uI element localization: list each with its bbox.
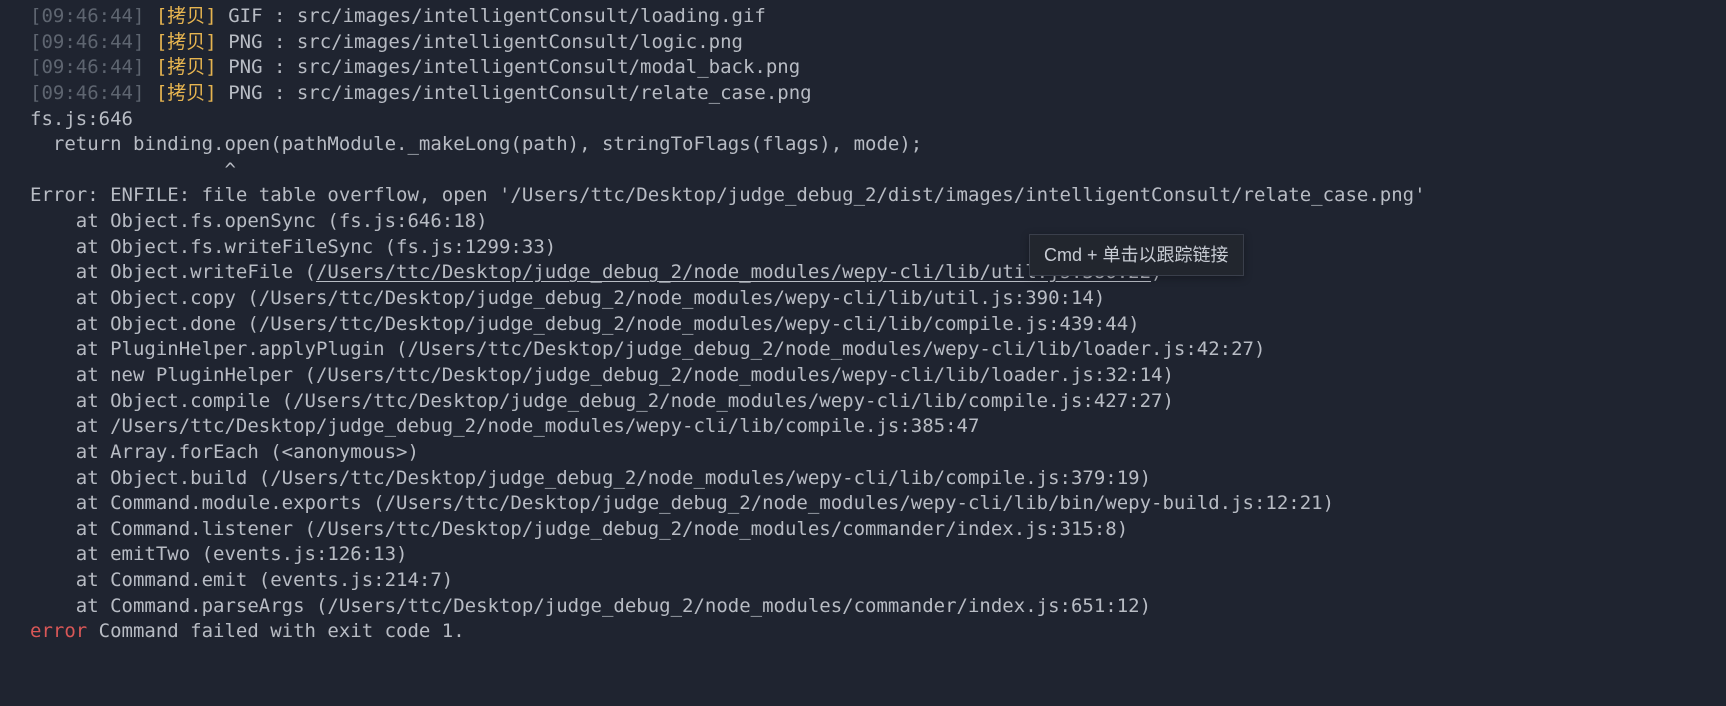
asset-type: PNG xyxy=(228,31,262,53)
build-log-line: [09:46:44] [拷贝] PNG : src/images/intelli… xyxy=(0,81,1726,107)
build-log-line: [09:46:44] [拷贝] PNG : src/images/intelli… xyxy=(0,30,1726,56)
asset-path: src/images/intelligentConsult/modal_back… xyxy=(297,56,800,78)
stack-frame: at Command.parseArgs (/Users/ttc/Desktop… xyxy=(0,594,1726,620)
copy-tag: [拷贝] xyxy=(156,56,217,78)
stack-frame: at emitTwo (events.js:126:13) xyxy=(0,542,1726,568)
link-tooltip: Cmd + 单击以跟踪链接 xyxy=(1029,234,1244,276)
stack-frame: at Command.emit (events.js:214:7) xyxy=(0,568,1726,594)
stack-frame: at Object.copy (/Users/ttc/Desktop/judge… xyxy=(0,286,1726,312)
stack-frame: at Object.compile (/Users/ttc/Desktop/ju… xyxy=(0,389,1726,415)
stack-frame: at Command.listener (/Users/ttc/Desktop/… xyxy=(0,517,1726,543)
stack-frame: at PluginHelper.applyPlugin (/Users/ttc/… xyxy=(0,337,1726,363)
error-keyword: error xyxy=(30,620,87,642)
error-rest: Command failed with exit code 1. xyxy=(87,620,465,642)
asset-path: src/images/intelligentConsult/loading.gi… xyxy=(297,5,766,27)
timestamp: [09:46:44] xyxy=(30,56,144,78)
terminal-output: [09:46:44] [拷贝] GIF : src/images/intelli… xyxy=(0,4,1726,645)
asset-path: src/images/intelligentConsult/logic.png xyxy=(297,31,743,53)
asset-type: PNG xyxy=(228,82,262,104)
copy-tag: [拷贝] xyxy=(156,31,217,53)
final-error-line: error Command failed with exit code 1. xyxy=(0,619,1726,645)
stack-frame: at Array.forEach (<anonymous>) xyxy=(0,440,1726,466)
asset-type: PNG xyxy=(228,56,262,78)
build-log-line: [09:46:44] [拷贝] GIF : src/images/intelli… xyxy=(0,4,1726,30)
stack-frame: at Object.fs.writeFileSync (fs.js:1299:3… xyxy=(0,235,1726,261)
stack-frame: at Object.fs.openSync (fs.js:646:18) xyxy=(0,209,1726,235)
source-code-line: return binding.open(pathModule._makeLong… xyxy=(0,132,1726,158)
copy-tag: [拷贝] xyxy=(156,5,217,27)
stack-frame: at Command.module.exports (/Users/ttc/De… xyxy=(0,491,1726,517)
asset-path: src/images/intelligentConsult/relate_cas… xyxy=(297,82,812,104)
stack-frame: at new PluginHelper (/Users/ttc/Desktop/… xyxy=(0,363,1726,389)
timestamp: [09:46:44] xyxy=(30,31,144,53)
source-location: fs.js:646 xyxy=(0,107,1726,133)
stack-frame: at /Users/ttc/Desktop/judge_debug_2/node… xyxy=(0,414,1726,440)
timestamp: [09:46:44] xyxy=(30,82,144,104)
file-link[interactable]: /Users/ttc/Desktop/judge_debug_2/node_mo… xyxy=(316,261,1151,283)
copy-tag: [拷贝] xyxy=(156,82,217,104)
stack-frame: at Object.done (/Users/ttc/Desktop/judge… xyxy=(0,312,1726,338)
source-caret: ^ xyxy=(0,158,1726,184)
build-log-line: [09:46:44] [拷贝] PNG : src/images/intelli… xyxy=(0,55,1726,81)
stack-frame: at Object.writeFile (/Users/ttc/Desktop/… xyxy=(0,260,1726,286)
stack-frame: at Object.build (/Users/ttc/Desktop/judg… xyxy=(0,466,1726,492)
stack-frame-prefix: at Object.writeFile ( xyxy=(30,261,316,283)
timestamp: [09:46:44] xyxy=(30,5,144,27)
asset-type: GIF xyxy=(228,5,262,27)
error-message: Error: ENFILE: file table overflow, open… xyxy=(0,183,1726,209)
